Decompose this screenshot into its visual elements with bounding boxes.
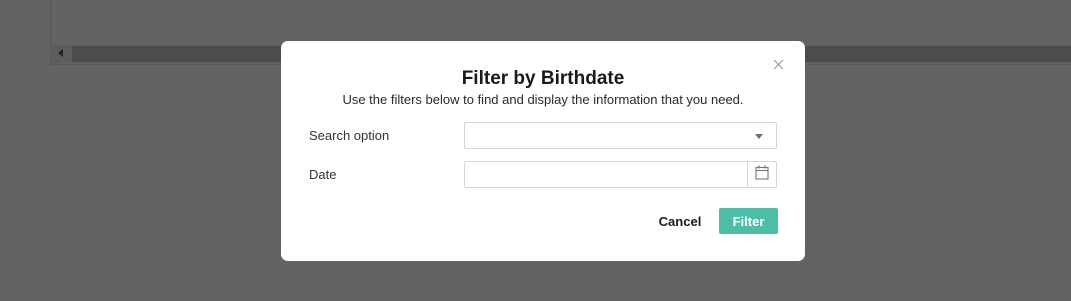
scroll-left-arrow-icon[interactable] bbox=[58, 49, 63, 57]
search-option-label: Search option bbox=[309, 128, 390, 143]
date-label: Date bbox=[309, 167, 337, 182]
filter-button[interactable]: Filter bbox=[719, 208, 778, 234]
filter-dialog: Filter by Birthdate Use the filters belo… bbox=[281, 41, 805, 261]
chevron-down-icon bbox=[755, 134, 763, 139]
dialog-subtitle: Use the filters below to find and displa… bbox=[342, 92, 744, 107]
calendar-button[interactable] bbox=[747, 162, 776, 187]
dialog-title: Filter by Birthdate bbox=[461, 68, 625, 89]
date-input[interactable] bbox=[465, 162, 748, 187]
date-field bbox=[464, 161, 777, 188]
calendar-icon bbox=[755, 165, 769, 185]
cancel-button[interactable]: Cancel bbox=[652, 208, 708, 234]
search-option-select[interactable] bbox=[464, 122, 777, 149]
